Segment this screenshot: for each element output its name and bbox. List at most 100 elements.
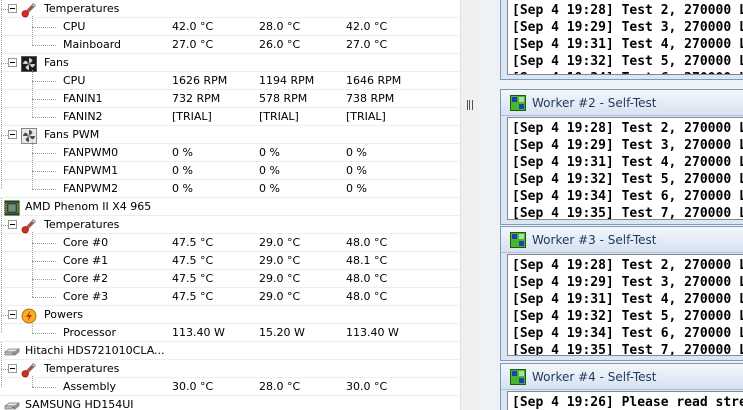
prime95-icon [510,95,526,111]
sensor-value-max: 48.0 °C [346,236,388,249]
tree-connector [1,198,2,333]
sensor-value-max: 0 % [346,164,367,177]
sensor-label: Core #0 [63,236,109,249]
worker-window-2[interactable]: Worker #2 - Self-Test [Sep 4 19:28] Test … [500,89,743,225]
tree-connector [32,333,56,334]
tree-sensor-row[interactable]: FANIN1 732 RPM 578 RPM 738 RPM [0,90,460,108]
tree-connector [32,232,33,297]
collapse-toggle-icon[interactable] [8,220,17,229]
worker-title-bar[interactable]: Worker #4 - Self-Test [501,364,743,390]
collapse-toggle-icon[interactable] [8,364,17,373]
collapse-toggle-icon[interactable] [8,310,17,319]
tree-sensor-row[interactable]: Core #2 47.5 °C 29.0 °C 48.0 °C [0,270,460,288]
worker-window-4[interactable]: Worker #4 - Self-Test [Sep 4 19:26] Pleas… [500,363,743,410]
tree-sensor-row[interactable]: Processor 113.40 W 15.20 W 113.40 W [0,324,460,342]
collapse-toggle-icon[interactable] [8,130,17,139]
pane-splitter[interactable] [460,0,477,410]
tree-connector [32,99,56,100]
sensor-value-current: 47.5 °C [172,254,214,267]
tree-sensor-row[interactable]: CPU 42.0 °C 28.0 °C 42.0 °C [0,18,460,36]
log-line: [Sep 4 19:31] Test 4, 270000 Lucas- [512,292,743,307]
log-line: [Sep 4 19:26] Please read stress.txt [512,395,743,410]
sensor-value-min: 1194 RPM [259,74,315,87]
hardware-sensor-tree[interactable]: Temperatures CPU 42.0 °C 28.0 °C 42.0 °C Main… [0,0,460,410]
tree-group-row[interactable]: Fans [0,54,460,72]
worker-window-1[interactable]: [Sep 4 19:28] Test 2, 270000 Lucas- [Sep … [500,0,743,80]
tree-connector [32,322,33,333]
log-line: [Sep 4 19:32] Test 5, 270000 Lucas- [512,309,743,324]
tree-device-row[interactable]: Hitachi HDS721010CLA... [0,342,460,360]
sensor-value-min: 28.0 °C [259,20,301,33]
tree-device-row[interactable]: AMD Phenom II X4 965 [0,198,460,216]
tree-group-row[interactable]: Fans PWM [0,126,460,144]
sensor-value-min: 578 RPM [259,92,308,105]
tree-connector [1,369,8,370]
tree-group-row[interactable]: Powers [0,306,460,324]
sensor-value-current: 47.5 °C [172,290,214,303]
sensor-label: Core #1 [63,254,109,267]
log-line: [Sep 4 19:31] Test 4, 270000 Lucas- [512,155,743,170]
collapse-toggle-icon[interactable] [8,4,17,13]
sensor-value-max: [TRIAL] [346,110,386,123]
tree-sensor-row[interactable]: CPU 1626 RPM 1194 RPM 1646 RPM [0,72,460,90]
tree-connector [32,142,33,189]
sensor-label: FANPWM0 [63,146,119,159]
worker-title-bar[interactable]: Worker #2 - Self-Test [501,90,743,116]
tree-sensor-row[interactable]: Core #0 47.5 °C 29.0 °C 48.0 °C [0,234,460,252]
sensor-value-current: [TRIAL] [172,110,212,123]
log-line: [Sep 4 19:35] Test 7, 270000 Lucas- [512,206,743,220]
tree-connector [1,0,2,189]
sensor-value-max: 0 % [346,182,367,195]
tree-sensor-row[interactable]: FANPWM0 0 % 0 % 0 % [0,144,460,162]
worker-log-pane[interactable]: [Sep 4 19:28] Test 2, 270000 Lucas- [Sep … [507,117,743,220]
tree-sensor-row[interactable]: FANPWM1 0 % 0 % 0 % [0,162,460,180]
sensor-value-max: 48.0 °C [346,290,388,303]
collapse-toggle-icon[interactable] [8,58,17,67]
thermometer-icon [21,2,37,18]
sensor-label: Assembly [63,380,117,393]
sensor-value-min: 0 % [259,164,280,177]
tree-group-row[interactable]: Temperatures [0,0,460,18]
tree-connector [32,27,56,28]
worker-log-pane[interactable]: [Sep 4 19:26] Please read stress.txt [507,391,743,410]
tree-connector [32,243,56,244]
worker-title-bar[interactable]: Worker #3 - Self-Test [501,227,743,253]
sensor-value-max: 42.0 °C [346,20,388,33]
tree-sensor-row[interactable]: Assembly 30.0 °C 28.0 °C 30.0 °C [0,378,460,396]
sensor-label: SAMSUNG HD154UI [25,398,134,410]
worker-window-3[interactable]: Worker #3 - Self-Test [Sep 4 19:28] Test … [500,226,743,361]
sensor-value-min: 0 % [259,182,280,195]
tree-device-row[interactable]: SAMSUNG HD154UI [0,396,460,410]
splitter-grip-icon[interactable] [467,100,473,110]
log-line: [Sep 4 19:35] Test 7, 270000 Lucas- [512,343,743,356]
log-line: [Sep 4 19:28] Test 2, 270000 Lucas- [512,121,743,136]
log-line: [Sep 4 19:32] Test 5, 270000 Lucas- [512,172,743,187]
tree-sensor-row[interactable]: Core #3 47.5 °C 29.0 °C 48.0 °C [0,288,460,306]
sensor-value-min: 26.0 °C [259,38,301,51]
log-line: [Sep 4 19:34] Test 6, 270000 Lucas- [512,326,743,341]
tree-group-row[interactable]: Temperatures [0,360,460,378]
log-line: [Sep 4 19:28] Test 2, 270000 Lucas- [512,258,743,273]
worker-log-pane[interactable]: [Sep 4 19:28] Test 2, 270000 Lucas- [Sep … [507,254,743,356]
tree-connector [32,387,56,388]
sensor-label: CPU [63,20,86,33]
tree-group-row[interactable]: Temperatures [0,216,460,234]
prime95-icon [510,232,526,248]
tree-sensor-row[interactable]: Core #1 47.5 °C 29.0 °C 48.1 °C [0,252,460,270]
tree-sensor-row[interactable]: Mainboard 27.0 °C 26.0 °C 27.0 °C [0,36,460,54]
sensor-label: Temperatures [44,218,120,231]
fan-pwm-icon [21,128,37,144]
fan-icon [21,56,37,72]
sensor-value-min: 29.0 °C [259,254,301,267]
worker-log-pane[interactable]: [Sep 4 19:28] Test 2, 270000 Lucas- [Sep … [507,0,743,75]
sensor-label: Core #2 [63,272,109,285]
tree-sensor-row[interactable]: FANPWM2 0 % 0 % 0 % [0,180,460,198]
sensor-value-min: 29.0 °C [259,290,301,303]
sensor-value-max: 30.0 °C [346,380,388,393]
log-line: [Sep 4 19:28] Test 2, 270000 Lucas- [512,3,743,18]
log-line: [Sep 4 19:29] Test 3, 270000 Lucas- [512,275,743,290]
tree-connector [1,63,8,64]
sensor-value-min: 15.20 W [259,326,305,339]
tree-sensor-row[interactable]: FANIN2 [TRIAL] [TRIAL] [TRIAL] [0,108,460,126]
tree-connector [32,81,56,82]
